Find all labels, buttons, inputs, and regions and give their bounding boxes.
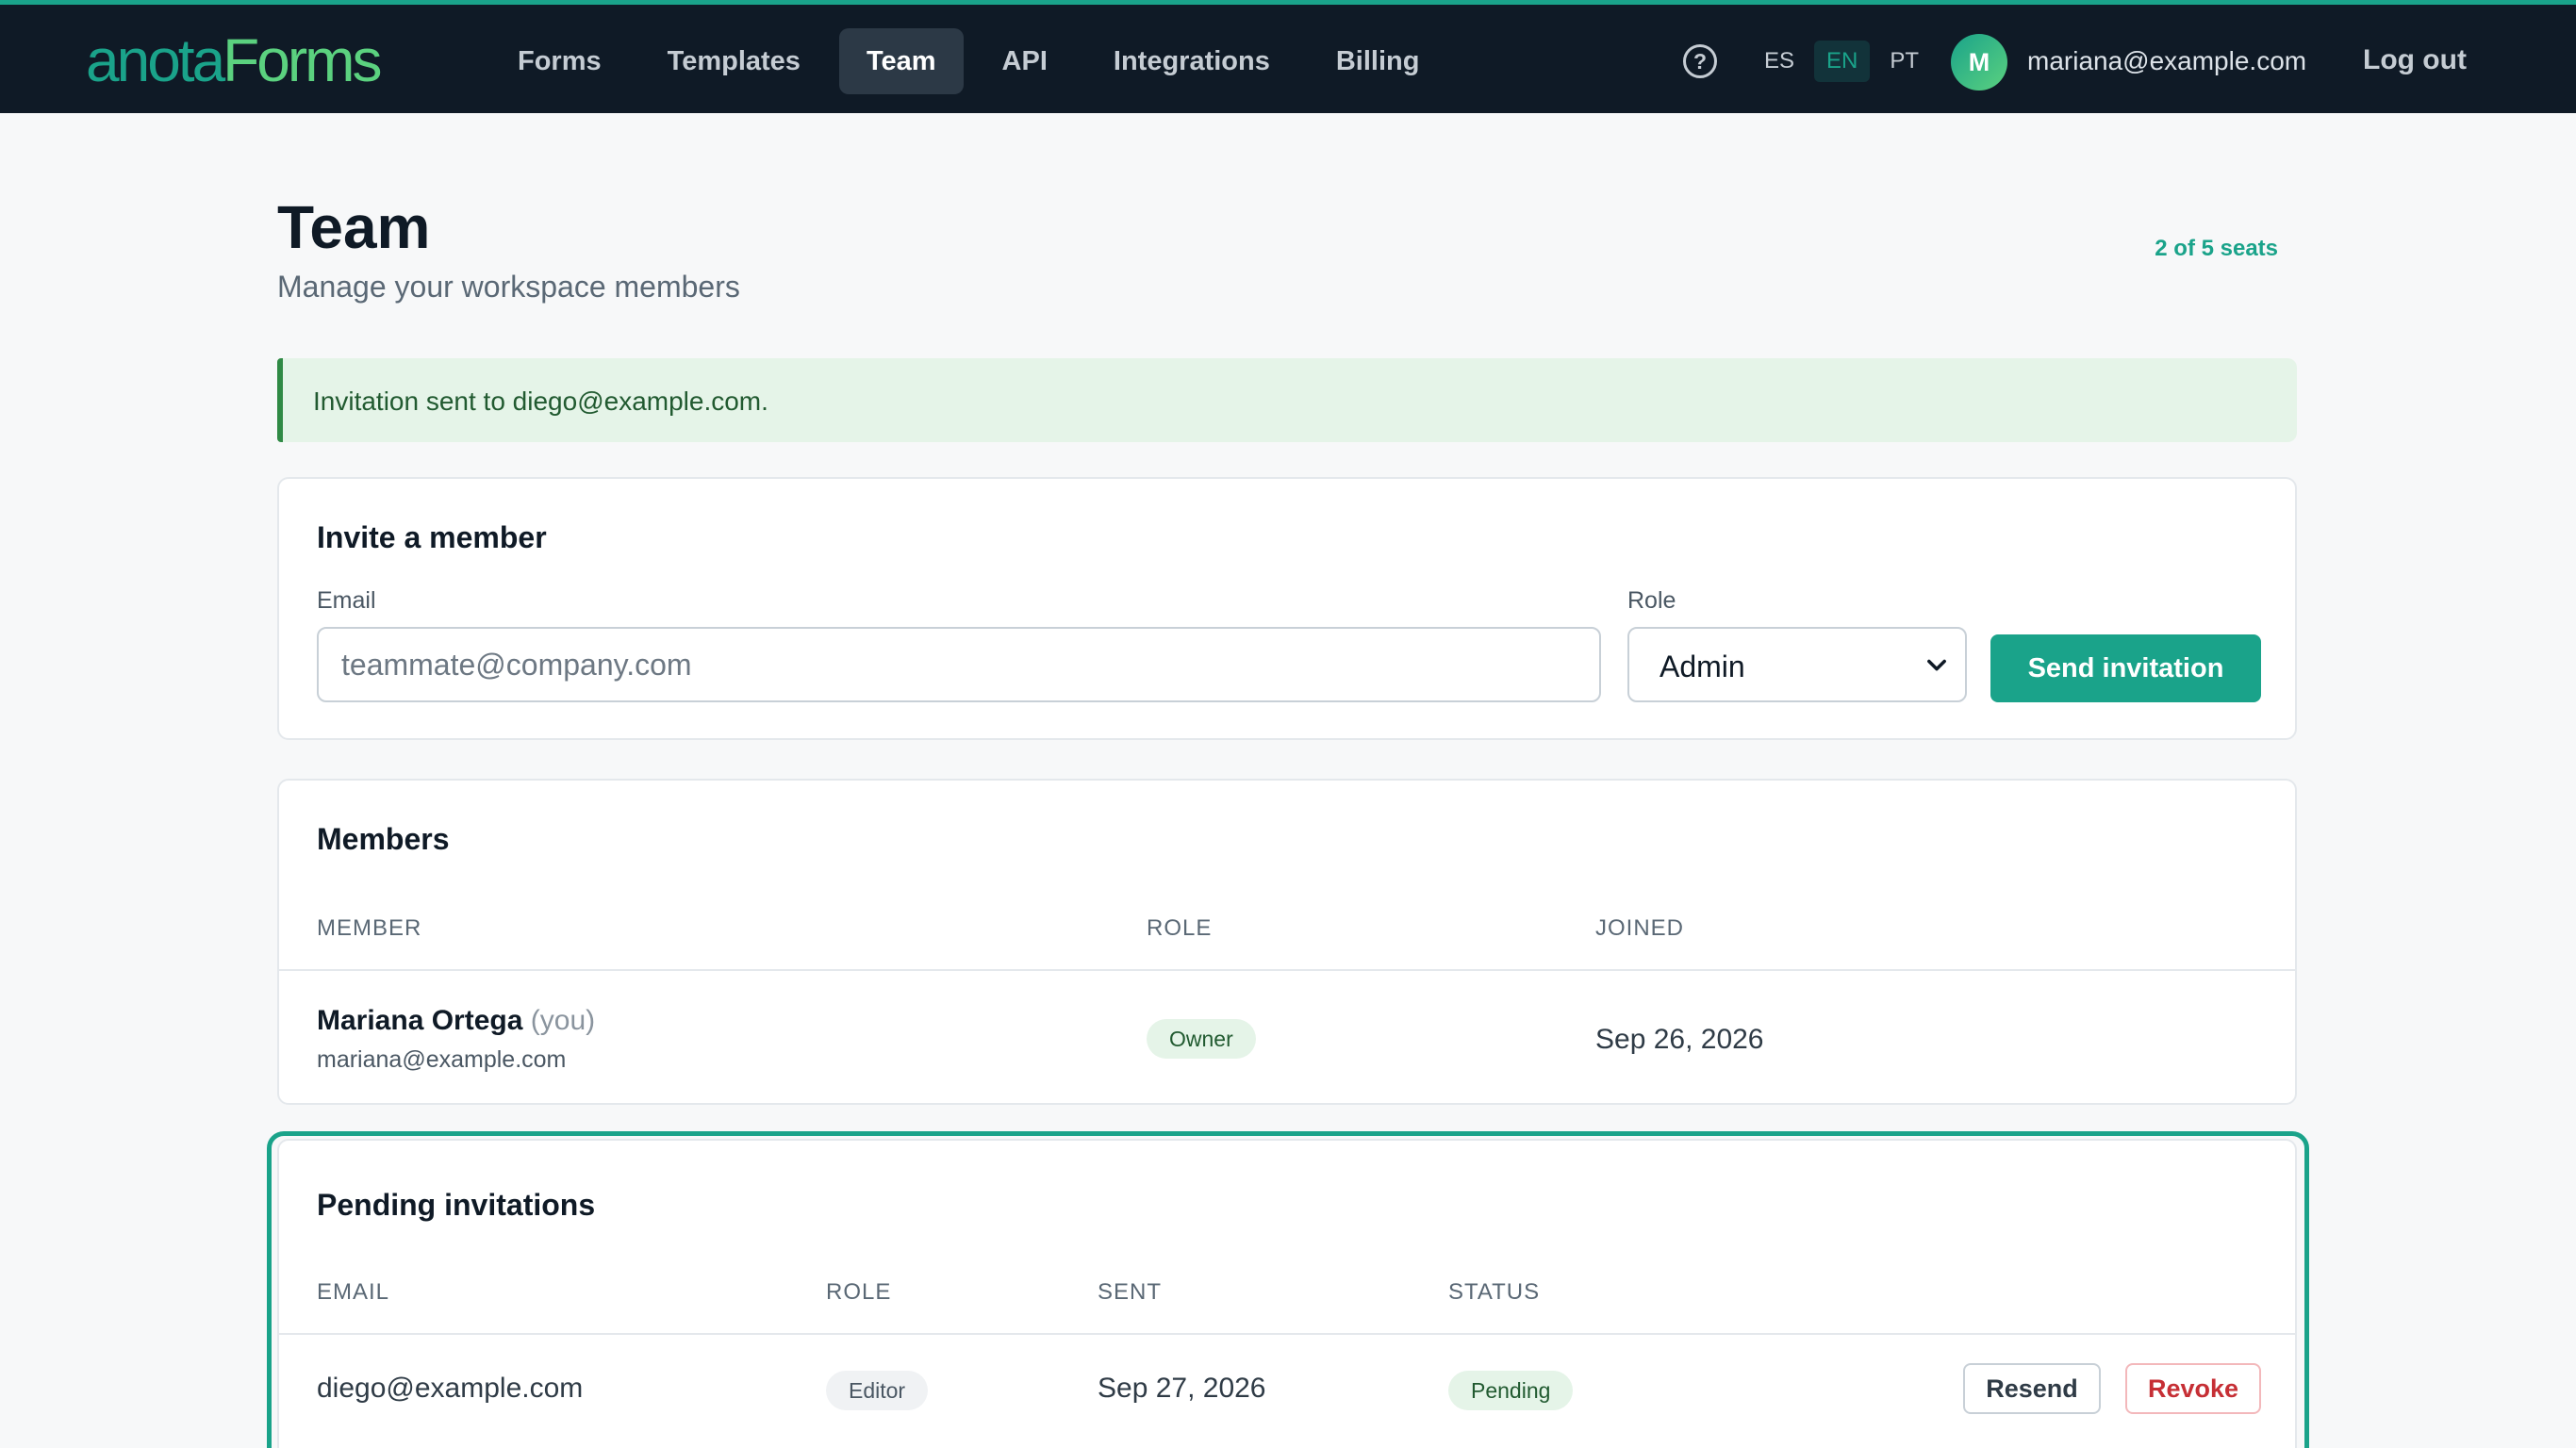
members-card: Members MEMBER ROLE JOINED Mariana Orteg…	[277, 779, 2297, 1105]
seats-counter: 2 of 5 seats	[2155, 236, 2278, 261]
header-divider	[279, 969, 2295, 971]
invite-title: Invite a member	[317, 520, 547, 554]
success-alert: Invitation sent to diego@example.com.	[277, 358, 2297, 442]
lang-pt[interactable]: PT	[1877, 41, 1931, 82]
help-circle-icon[interactable]: ?	[1683, 44, 1717, 78]
member-name-wrap: Mariana Ortega (you)	[317, 1005, 595, 1037]
role-badge-editor: Editor	[826, 1371, 929, 1410]
invite-card: Invite a member Email Role Admin Send in…	[277, 477, 2297, 740]
role-badge-owner: Owner	[1147, 1019, 1256, 1059]
page-subtitle: Manage your workspace members	[277, 270, 740, 304]
alert-message: Invitation sent to diego@example.com.	[313, 387, 768, 416]
role-select-value: Admin	[1660, 650, 1745, 683]
revoke-button[interactable]: Revoke	[2125, 1363, 2261, 1414]
logo-part-forms: Forms	[223, 26, 382, 94]
col-header-joined: JOINED	[1595, 915, 1685, 941]
top-navigation-bar: anotaForms Forms Templates Team API Inte…	[0, 0, 2576, 113]
col-header-status: STATUS	[1448, 1279, 1541, 1305]
send-invitation-button[interactable]: Send invitation	[1990, 634, 2261, 702]
member-name: Mariana Ortega	[317, 1005, 523, 1036]
avatar[interactable]: M	[1951, 34, 2007, 90]
lang-en[interactable]: EN	[1814, 41, 1871, 82]
main-nav: Forms Templates Team API Integrations Bi…	[490, 28, 1446, 94]
col-header-member: MEMBER	[317, 915, 422, 941]
member-you-tag: (you)	[530, 1005, 596, 1036]
member-email: mariana@example.com	[317, 1046, 567, 1073]
nav-item-forms[interactable]: Forms	[490, 28, 629, 94]
brand-logo[interactable]: anotaForms	[86, 26, 382, 94]
role-select[interactable]: Admin	[1627, 627, 1967, 702]
email-label: Email	[317, 587, 376, 614]
logout-button[interactable]: Log out	[2363, 44, 2467, 76]
logo-part-anota: anota	[86, 26, 225, 94]
role-label: Role	[1627, 587, 1676, 614]
col-header-email: EMAIL	[317, 1279, 390, 1305]
lang-es[interactable]: ES	[1752, 41, 1807, 82]
nav-item-api[interactable]: API	[975, 28, 1075, 94]
member-joined-date: Sep 26, 2026	[1595, 1024, 1764, 1055]
col-header-role: ROLE	[1147, 915, 1213, 941]
pending-invitations-card: Pending invitations EMAIL ROLE SENT STAT…	[277, 1139, 2297, 1448]
resend-button[interactable]: Resend	[1963, 1363, 2101, 1414]
chevron-down-icon	[1927, 659, 1946, 671]
nav-item-templates[interactable]: Templates	[640, 28, 828, 94]
user-email[interactable]: mariana@example.com	[2027, 46, 2306, 76]
invite-email: diego@example.com	[317, 1373, 584, 1404]
col-header-sent: SENT	[1098, 1279, 1163, 1305]
email-input[interactable]	[317, 627, 1601, 702]
nav-item-team[interactable]: Team	[838, 28, 964, 94]
nav-item-integrations[interactable]: Integrations	[1086, 28, 1297, 94]
language-switcher: ES EN PT	[1752, 41, 1931, 82]
status-badge: Pending	[1448, 1371, 1574, 1410]
col-header-role: ROLE	[826, 1279, 892, 1305]
header-divider	[279, 1333, 2295, 1335]
invite-sent-date: Sep 27, 2026	[1098, 1373, 1266, 1404]
nav-item-billing[interactable]: Billing	[1309, 28, 1447, 94]
page-title: Team	[277, 193, 431, 261]
members-title: Members	[317, 822, 450, 856]
pending-title: Pending invitations	[317, 1188, 596, 1222]
